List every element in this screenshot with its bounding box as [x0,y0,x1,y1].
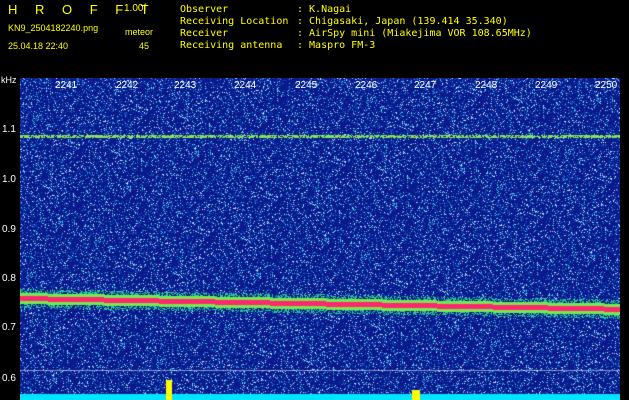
y-tick-label: 0.8 [2,273,16,284]
y-tick-label: 0.7 [2,322,16,333]
meteor-count: 45 [139,41,150,51]
info-observer-label: Observer [180,4,229,15]
info-antenna-value: : Maspro FM-3 [297,40,376,51]
x-tick-label: 2242 [116,80,139,91]
info-location-label: Receiving Location [180,16,289,27]
x-tick-label: 2244 [234,80,257,91]
x-tick-label: 2246 [355,80,378,91]
x-tick-label: 2249 [535,80,558,91]
y-tick-label: 1.1 [2,124,16,135]
datetime-label: 25.04.18 22:40 [8,41,69,51]
info-antenna-label: Receiving antenna [180,40,283,51]
waterfall-spectrogram [20,78,620,400]
x-tick-label: 2241 [55,80,78,91]
info-location-value: : Chigasaki, Japan (139.414 35.340) [297,16,508,27]
x-tick-label: 2247 [414,80,437,91]
y-tick-label: 0.9 [2,224,16,235]
x-tick-label: 2243 [174,80,197,91]
info-receiver-label: Receiver [180,28,229,39]
filename-label: KN9_2504182240.png [8,23,99,33]
info-receiver-value: : AirSpy mini (Miakejima VOR 108.65MHz) [297,28,532,39]
x-tick-label: 2245 [295,80,318,91]
y-tick-label: 1.0 [2,174,16,185]
x-tick-label: 2250 [595,80,618,91]
y-axis-unit: kHz [1,75,17,85]
meteor-label: meteor [125,27,154,37]
version-label: 1.00f [124,3,147,14]
x-tick-label: 2248 [475,80,498,91]
y-tick-label: 0.6 [2,373,16,384]
info-observer-value: : K.Nagai [297,4,352,15]
